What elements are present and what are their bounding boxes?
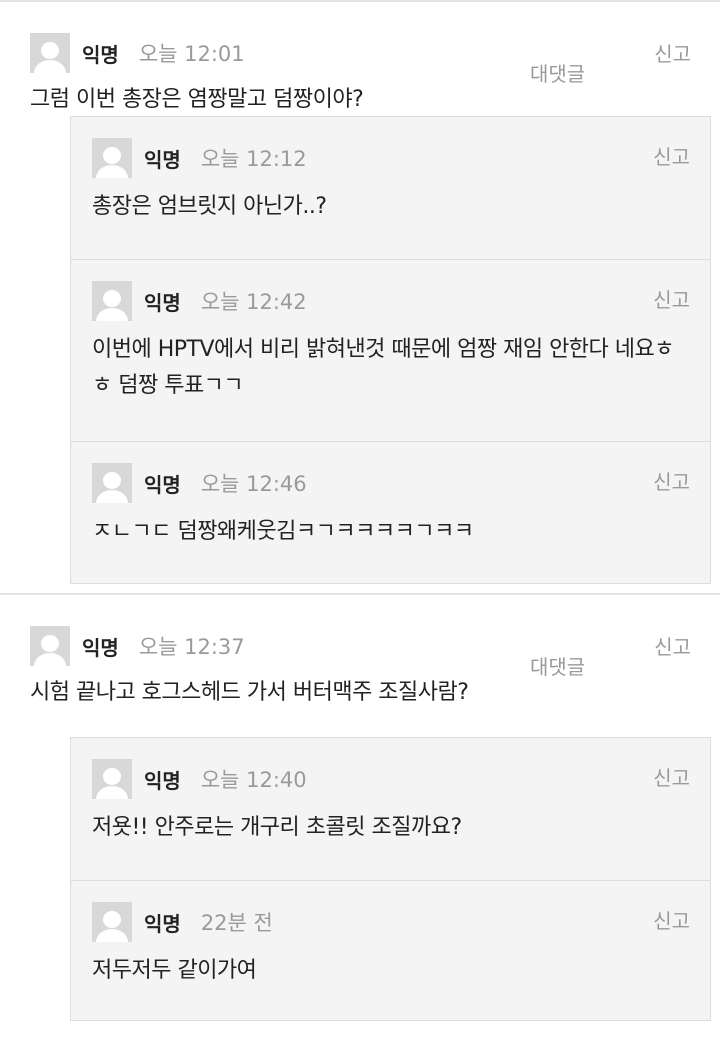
reply-button[interactable]: 대댓글 bbox=[509, 631, 606, 680]
reply-text: 저두저두 같이가여 bbox=[92, 958, 257, 983]
reply-list: 익명 오늘 12:12 신고 총장은 엄브릿지 아닌가..? 익명 오늘 12:… bbox=[70, 116, 711, 584]
reply-time: 오늘 12:12 bbox=[200, 147, 307, 171]
comment-time: 오늘 12:01 bbox=[138, 42, 245, 66]
reply-item: 익명 오늘 12:12 신고 총장은 엄브릿지 아닌가..? bbox=[71, 117, 710, 259]
reply-time: 22분 전 bbox=[200, 911, 273, 935]
reply-header: 익명 22분 전 bbox=[92, 901, 689, 943]
avatar bbox=[30, 626, 70, 666]
reply-time: 오늘 12:46 bbox=[200, 472, 307, 496]
avatar bbox=[92, 281, 132, 321]
reply-actions: 신고 bbox=[653, 466, 690, 495]
reply-time: 오늘 12:40 bbox=[200, 768, 307, 792]
comment-thread: 익명 오늘 12:01 대댓글 신고 그럼 이번 총장은 염짱말고 덤짱이야? … bbox=[0, 2, 720, 595]
report-button[interactable]: 신고 bbox=[654, 631, 691, 680]
reply-header: 익명 오늘 12:42 bbox=[92, 280, 689, 322]
reply-text: 저욧!! 안주로는 개구리 초콜릿 조질까요? bbox=[92, 815, 462, 840]
comment-text: 시험 끝나고 호그스헤드 가서 버터맥주 조질사람? bbox=[30, 680, 469, 705]
reply-text: ㅈㄴㄱㄷ 덤짱왜케웃김ㅋㄱㅋㅋㅋㅋㄱㅋㅋ bbox=[92, 519, 474, 544]
comment-text: 그럼 이번 총장은 염짱말고 덤짱이야? bbox=[30, 87, 364, 112]
comment-author: 익명 bbox=[82, 635, 119, 660]
avatar bbox=[92, 138, 132, 178]
reply-time: 오늘 12:42 bbox=[200, 290, 307, 314]
reply-header: 익명 오늘 12:46 bbox=[92, 462, 689, 504]
avatar bbox=[92, 759, 132, 799]
reply-header: 익명 오늘 12:40 bbox=[92, 758, 689, 800]
reply-item: 익명 오늘 12:40 신고 저욧!! 안주로는 개구리 초콜릿 조질까요? bbox=[71, 738, 710, 880]
reply-author: 익명 bbox=[144, 768, 181, 793]
reply-author: 익명 bbox=[144, 147, 181, 172]
reply-author: 익명 bbox=[144, 290, 181, 315]
avatar bbox=[92, 463, 132, 503]
reply-author: 익명 bbox=[144, 911, 181, 936]
report-button[interactable]: 신고 bbox=[653, 762, 690, 791]
reply-actions: 신고 bbox=[653, 141, 690, 170]
reply-list: 익명 오늘 12:40 신고 저욧!! 안주로는 개구리 초콜릿 조질까요? 익… bbox=[70, 737, 711, 1021]
avatar bbox=[30, 33, 70, 73]
reply-item: 익명 오늘 12:46 신고 ㅈㄴㄱㄷ 덤짱왜케웃김ㅋㄱㅋㅋㅋㅋㄱㅋㅋ bbox=[71, 441, 710, 583]
reply-author: 익명 bbox=[144, 472, 181, 497]
reply-item: 익명 22분 전 신고 저두저두 같이가여 bbox=[71, 880, 710, 1020]
comment-thread: 익명 오늘 12:37 대댓글 신고 시험 끝나고 호그스헤드 가서 버터맥주 … bbox=[0, 595, 720, 1021]
comment: 익명 오늘 12:37 대댓글 신고 시험 끝나고 호그스헤드 가서 버터맥주 … bbox=[0, 595, 720, 737]
reply-text: 이번에 HPTV에서 비리 밝혀낸것 때문에 엄짱 재임 안한다 네요ㅎㅎ 덤짱… bbox=[92, 337, 675, 398]
comment: 익명 오늘 12:01 대댓글 신고 그럼 이번 총장은 염짱말고 덤짱이야? bbox=[0, 2, 720, 116]
comment-time: 오늘 12:37 bbox=[138, 635, 245, 659]
reply-button[interactable]: 대댓글 bbox=[509, 38, 606, 87]
reply-actions: 신고 bbox=[653, 762, 690, 791]
report-button[interactable]: 신고 bbox=[654, 38, 691, 87]
report-button[interactable]: 신고 bbox=[653, 905, 690, 934]
reply-actions: 신고 bbox=[653, 284, 690, 313]
report-button[interactable]: 신고 bbox=[653, 284, 690, 313]
comment-actions: 대댓글 신고 bbox=[509, 631, 691, 680]
comment-author: 익명 bbox=[82, 42, 119, 67]
reply-item: 익명 오늘 12:42 신고 이번에 HPTV에서 비리 밝혀낸것 때문에 엄짱… bbox=[71, 259, 710, 441]
report-button[interactable]: 신고 bbox=[653, 466, 690, 495]
reply-text: 총장은 엄브릿지 아닌가..? bbox=[92, 194, 327, 219]
reply-actions: 신고 bbox=[653, 905, 690, 934]
reply-header: 익명 오늘 12:12 bbox=[92, 137, 689, 179]
comment-actions: 대댓글 신고 bbox=[509, 38, 691, 87]
avatar bbox=[92, 902, 132, 942]
report-button[interactable]: 신고 bbox=[653, 141, 690, 170]
